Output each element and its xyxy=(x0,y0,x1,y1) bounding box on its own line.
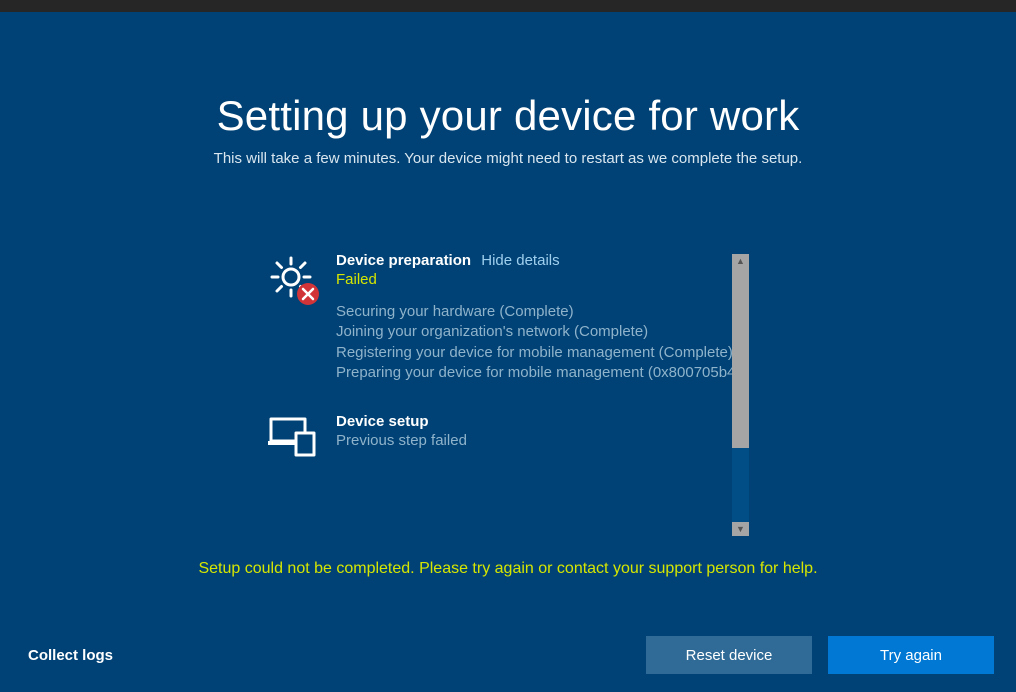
error-message: Setup could not be completed. Please try… xyxy=(0,560,1016,578)
scroll-up-icon[interactable]: ▲ xyxy=(732,254,749,268)
scrollbar[interactable]: ▲ ▼ xyxy=(732,254,749,536)
detail-line: Securing your hardware (Complete) xyxy=(336,302,746,322)
footer: Collect logs Reset device Try again xyxy=(0,636,1016,674)
window-top-bar xyxy=(0,0,1016,12)
device-preparation-title: Device preparation xyxy=(336,252,471,269)
hide-details-link[interactable]: Hide details xyxy=(481,252,559,269)
scroll-down-icon[interactable]: ▼ xyxy=(732,522,749,536)
device-setup-status: Previous step failed xyxy=(336,432,746,449)
try-again-button[interactable]: Try again xyxy=(828,636,994,674)
collect-logs-link[interactable]: Collect logs xyxy=(28,647,113,664)
device-preparation-details: Securing your hardware (Complete) Joinin… xyxy=(336,302,746,383)
device-preparation-status: Failed xyxy=(336,271,746,288)
gear-error-icon xyxy=(266,252,336,306)
scroll-thumb[interactable] xyxy=(732,268,749,448)
detail-line: Preparing your device for mobile managem… xyxy=(336,363,746,383)
devices-icon xyxy=(266,413,336,459)
detail-line: Joining your organization's network (Com… xyxy=(336,322,746,342)
device-setup-title: Device setup xyxy=(336,413,429,430)
device-preparation-section: Device preparation Hide details Failed S… xyxy=(266,252,746,383)
page-subtitle: This will take a few minutes. Your devic… xyxy=(0,150,1016,167)
status-content: Device preparation Hide details Failed S… xyxy=(266,252,746,489)
oobe-page: Setting up your device for work This wil… xyxy=(0,12,1016,692)
device-setup-section: Device setup Previous step failed xyxy=(266,413,746,459)
detail-line: Registering your device for mobile manag… xyxy=(336,343,746,363)
reset-device-button[interactable]: Reset device xyxy=(646,636,812,674)
page-title: Setting up your device for work xyxy=(0,12,1016,140)
